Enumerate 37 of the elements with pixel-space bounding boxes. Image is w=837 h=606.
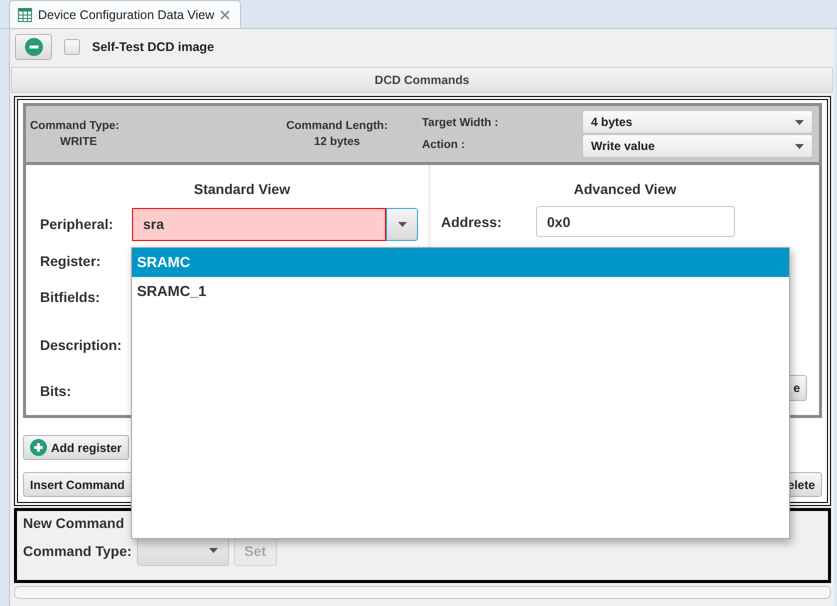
new-command-title: New Command (23, 515, 126, 531)
caret-icon (795, 144, 804, 148)
horizontal-scrollbar[interactable] (14, 586, 831, 599)
field-label: Register: (40, 253, 102, 269)
command-type-label: Command Type: (23, 542, 132, 558)
field-label: Description: (40, 337, 123, 353)
add-register-button[interactable]: Add register (23, 435, 129, 460)
caret-icon (795, 120, 804, 124)
address-field[interactable]: 0x0 (536, 206, 735, 237)
section-header: DCD Commands (11, 67, 833, 93)
view-title: Advanced View (572, 181, 678, 197)
action-dropdown[interactable]: Write value (582, 134, 813, 158)
dropdown-item[interactable]: SRAMC_1 (132, 277, 789, 306)
caret-icon (208, 548, 218, 553)
plus-circle-icon (30, 439, 47, 456)
table-icon (18, 8, 32, 22)
close-icon[interactable] (220, 10, 230, 20)
editor-tab[interactable]: Device Configuration Data View (9, 0, 242, 28)
command-type-value: WRITE (59, 136, 98, 148)
peripheral-field[interactable]: sra (132, 208, 386, 240)
self-test-checkbox[interactable] (64, 39, 80, 55)
caret-icon (398, 222, 406, 226)
self-test-label: Self-Test DCD image (92, 40, 214, 54)
field-label: Peripheral: (40, 216, 114, 232)
target-width-dropdown[interactable]: 4 bytes (582, 110, 813, 134)
field-label: Bitfields: (40, 289, 101, 305)
target-width-label: Target Width : (422, 117, 500, 129)
view-title: Standard View (192, 181, 292, 197)
minus-circle-icon (24, 38, 42, 56)
dropdown-button[interactable] (386, 208, 418, 240)
address-label: Address: (441, 214, 503, 230)
remove-button[interactable] (15, 34, 52, 60)
command-length-label: Command Length: (286, 120, 388, 132)
command-length-value: 12 bytes (314, 136, 360, 148)
field-label: Bits: (40, 383, 72, 399)
command-type-label: Command Type: (30, 120, 120, 132)
action-label: Action : (422, 139, 466, 151)
